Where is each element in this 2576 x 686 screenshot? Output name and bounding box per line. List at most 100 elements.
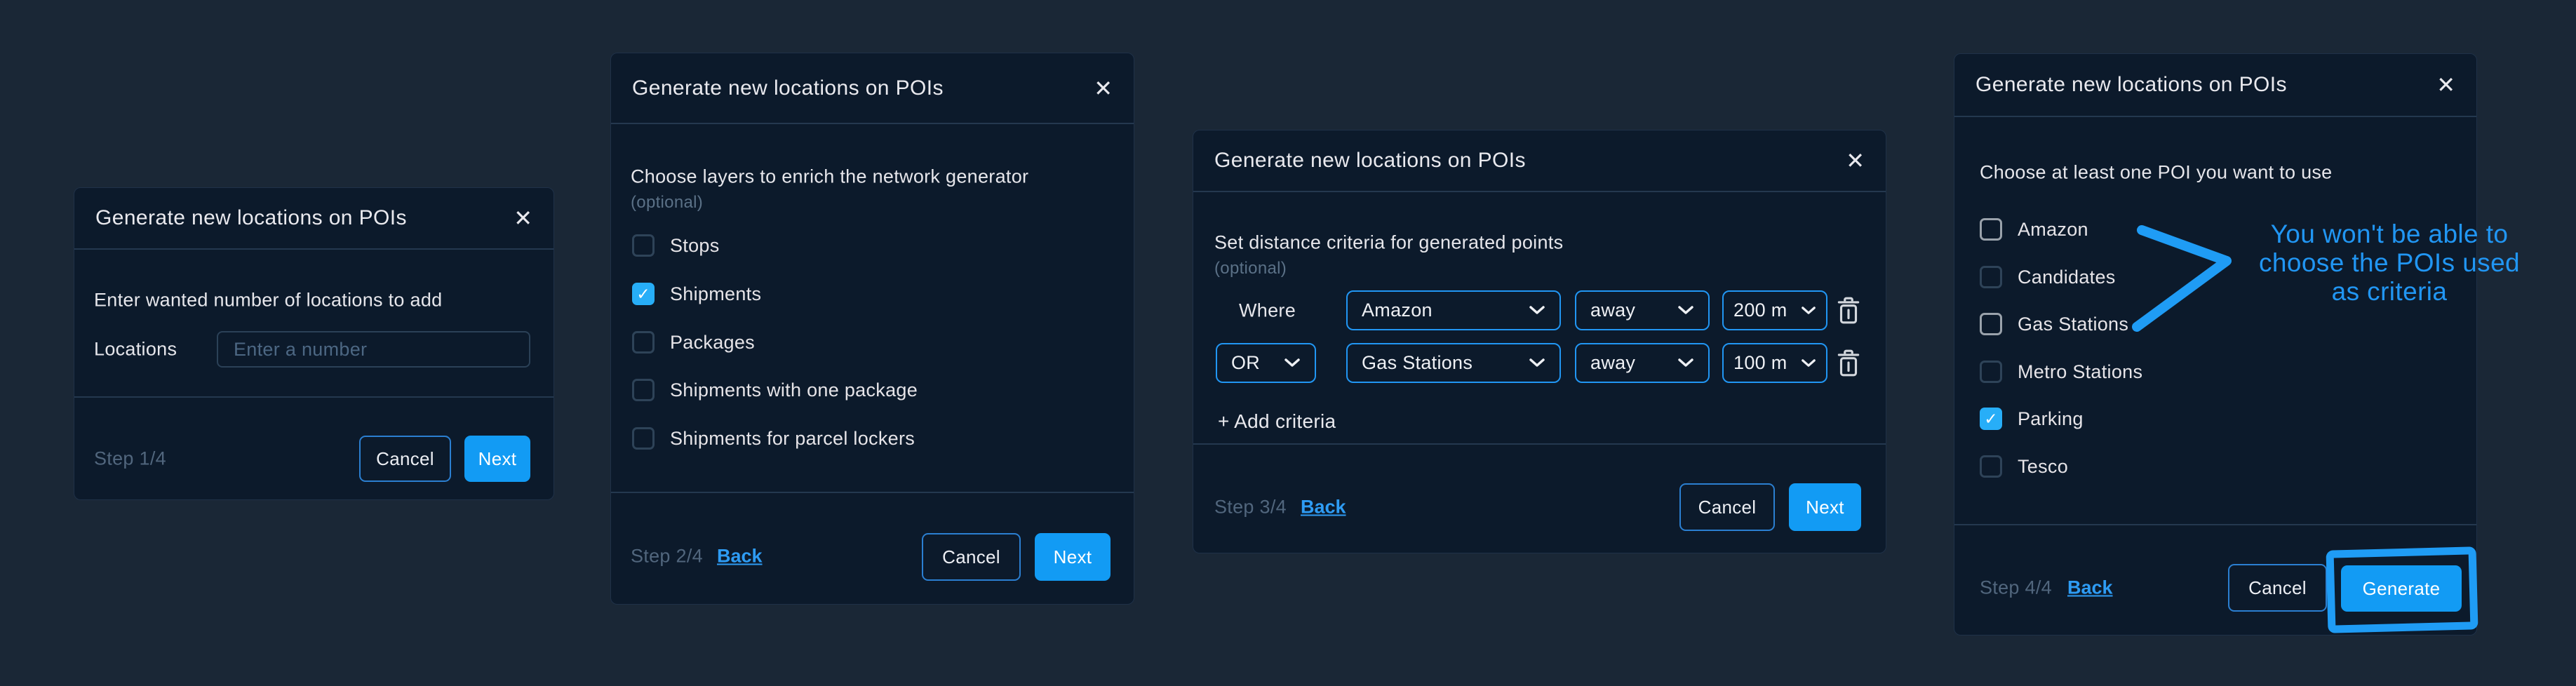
modal-header: Generate new locations on POIs ✕ (611, 53, 1134, 124)
checkbox-row-shipments-one-package[interactable]: ✓ Shipments with one package (632, 379, 918, 401)
checkbox-label: Shipments (670, 283, 761, 305)
modal-step-1: Generate new locations on POIs ✕ Enter w… (74, 187, 554, 500)
chevron-down-icon (1677, 305, 1694, 316)
checkbox-label: Candidates (2018, 267, 2116, 288)
footer-divider (1954, 524, 2476, 525)
step-indicator: Step 3/4 (1214, 497, 1287, 518)
back-link[interactable]: Back (2067, 577, 2113, 599)
chevron-down-icon (1284, 358, 1301, 368)
chevron-down-icon (1801, 306, 1816, 316)
checkbox-row-metro-stations[interactable]: ✓ Metro Stations (1980, 361, 2142, 383)
checkbox-unchecked-icon[interactable]: ✓ (632, 234, 655, 257)
relation-select[interactable]: away (1575, 290, 1710, 330)
checkbox-row-stops[interactable]: ✓ Stops (632, 234, 720, 257)
annotation-line: as criteria (2332, 277, 2448, 306)
chevron-down-icon (1529, 305, 1545, 316)
optional-label: (optional) (1214, 259, 1287, 278)
modal-title: Generate new locations on POIs (632, 76, 944, 100)
section-label: Choose at least one POI you want to use (1980, 162, 2333, 184)
delete-criteria-button[interactable] (1836, 349, 1861, 378)
cancel-button[interactable]: Cancel (2228, 564, 2327, 612)
where-label: Where (1239, 300, 1296, 322)
poi-select-value: Amazon (1362, 300, 1433, 321)
trash-icon (1836, 296, 1861, 325)
checkbox-unchecked-icon[interactable]: ✓ (1980, 266, 2002, 288)
close-icon[interactable]: ✕ (1094, 77, 1113, 100)
generate-button[interactable]: Generate (2341, 565, 2462, 612)
relation-select[interactable]: away (1575, 343, 1710, 383)
step-indicator: Step 4/4 (1980, 577, 2052, 599)
checkbox-checked-icon[interactable]: ✓ (632, 283, 655, 305)
footer-divider (1193, 443, 1886, 445)
optional-label: (optional) (631, 193, 703, 213)
checkbox-unchecked-icon[interactable]: ✓ (1980, 455, 2002, 478)
modal-header: Generate new locations on POIs ✕ (1954, 54, 2476, 117)
footer-divider (74, 396, 554, 398)
relation-select-value: away (1590, 352, 1635, 374)
back-link[interactable]: Back (1301, 497, 1346, 518)
close-icon[interactable]: ✕ (514, 207, 532, 229)
poi-select[interactable]: Gas Stations (1346, 343, 1561, 383)
checkbox-label: Packages (670, 332, 755, 354)
checkbox-checked-icon[interactable]: ✓ (1980, 408, 2002, 430)
operator-select-value: OR (1231, 352, 1260, 374)
poi-select[interactable]: Amazon (1346, 290, 1561, 330)
checkbox-label: Amazon (2018, 219, 2088, 241)
chevron-down-icon (1677, 358, 1694, 368)
distance-select[interactable]: 200 m (1722, 290, 1827, 330)
modal-step-2: Generate new locations on POIs ✕ Choose … (610, 53, 1134, 605)
checkbox-unchecked-icon[interactable]: ✓ (1980, 218, 2002, 241)
generate-button-label: Generate (2363, 578, 2441, 600)
back-link[interactable]: Back (717, 546, 763, 567)
next-button-label: Next (1806, 497, 1844, 518)
cancel-button-label: Cancel (1698, 497, 1757, 518)
next-button[interactable]: Next (1035, 533, 1111, 581)
distance-select[interactable]: 100 m (1722, 343, 1827, 383)
checkbox-unchecked-icon[interactable]: ✓ (1980, 361, 2002, 383)
checkbox-unchecked-icon[interactable]: ✓ (632, 379, 655, 401)
checkbox-label: Tesco (2018, 456, 2068, 478)
modal-title: Generate new locations on POIs (1214, 149, 1526, 173)
annotation-arrow-icon (2126, 217, 2242, 339)
cancel-button[interactable]: Cancel (1679, 483, 1775, 531)
app-background: Generate new locations on POIs ✕ Enter w… (0, 0, 2576, 686)
chevron-down-icon (1801, 358, 1816, 368)
checkmark-icon: ✓ (636, 286, 650, 302)
step-indicator: Step 1/4 (94, 448, 166, 470)
cancel-button[interactable]: Cancel (922, 533, 1021, 581)
modal-header: Generate new locations on POIs ✕ (1193, 130, 1886, 192)
cancel-button-label: Cancel (376, 448, 434, 470)
checkbox-row-parking[interactable]: ✓ Parking (1980, 408, 2084, 430)
relation-select-value: away (1590, 300, 1635, 321)
checkbox-unchecked-icon[interactable]: ✓ (632, 331, 655, 354)
next-button[interactable]: Next (1789, 483, 1861, 531)
close-icon[interactable]: ✕ (1846, 149, 1865, 172)
checkbox-row-packages[interactable]: ✓ Packages (632, 331, 755, 354)
checkbox-label: Stops (670, 235, 720, 257)
checkbox-unchecked-icon[interactable]: ✓ (1980, 313, 2002, 335)
checkbox-unchecked-icon[interactable]: ✓ (632, 427, 655, 450)
enter-locations-label: Enter wanted number of locations to add (94, 290, 443, 311)
section-label: Choose layers to enrich the network gene… (631, 166, 1028, 188)
chevron-down-icon (1529, 358, 1545, 368)
operator-select[interactable]: OR (1216, 343, 1316, 383)
close-icon[interactable]: ✕ (2436, 74, 2455, 96)
add-criteria-button[interactable]: + Add criteria (1218, 410, 1336, 433)
checkbox-row-amazon[interactable]: ✓ Amazon (1980, 218, 2088, 241)
step-indicator: Step 2/4 (631, 546, 703, 567)
checkbox-row-tesco[interactable]: ✓ Tesco (1980, 455, 2068, 478)
annotation-note: You won't be able to choose the POIs use… (2249, 220, 2530, 306)
cancel-button[interactable]: Cancel (359, 436, 451, 482)
next-button[interactable]: Next (464, 436, 530, 482)
trash-icon (1836, 349, 1861, 378)
locations-input[interactable] (217, 331, 530, 368)
annotation-line: You won't be able to (2271, 220, 2509, 248)
modal-step-3: Generate new locations on POIs ✕ Set dis… (1193, 130, 1886, 553)
checkbox-label: Parking (2018, 408, 2084, 430)
checkbox-row-candidates[interactable]: ✓ Candidates (1980, 266, 2116, 288)
checkbox-row-gas-stations[interactable]: ✓ Gas Stations (1980, 313, 2128, 335)
delete-criteria-button[interactable] (1836, 296, 1861, 325)
footer-divider (611, 492, 1134, 493)
checkbox-row-shipments[interactable]: ✓ Shipments (632, 283, 761, 305)
checkbox-row-shipments-parcel-lockers[interactable]: ✓ Shipments for parcel lockers (632, 427, 915, 450)
